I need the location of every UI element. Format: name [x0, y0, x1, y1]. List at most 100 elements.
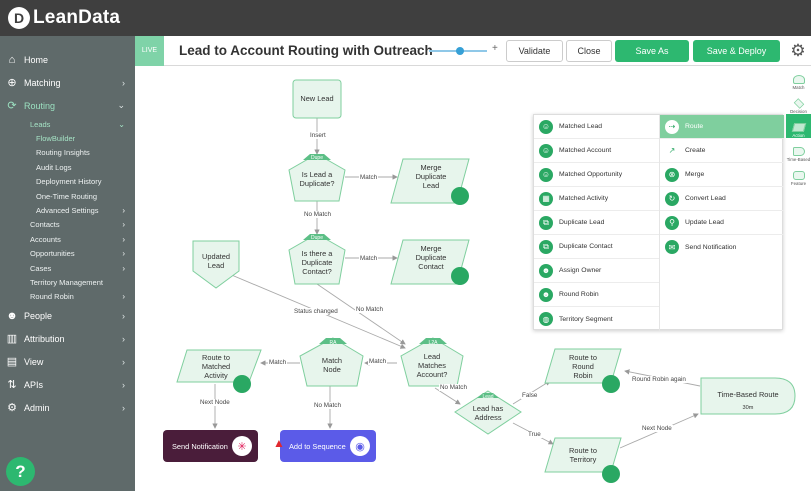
- zoom-slider[interactable]: – +: [417, 43, 498, 57]
- sidebar-item-admin[interactable]: ⚙ Admin ›: [0, 396, 135, 419]
- outreach-icon: ◉: [350, 436, 370, 456]
- node-merge-lead[interactable]: Merge Duplicate Lead: [399, 163, 463, 190]
- edge-label-false: False: [521, 392, 539, 399]
- sidebar-sub-round-robin[interactable]: Round Robin ›: [0, 290, 135, 304]
- sidebar-sub-one-time-routing[interactable]: One-Time Routing: [0, 189, 135, 203]
- chevron-right-icon: ›: [122, 310, 125, 321]
- sidebar-sub-contacts[interactable]: Contacts ›: [0, 218, 135, 232]
- chevron-right-icon: ›: [122, 379, 125, 390]
- palette-item-territory-segment[interactable]: ◍ Territory Segment: [534, 307, 659, 331]
- node-type-time-based[interactable]: Time-Based: [786, 138, 811, 162]
- node-dupe1[interactable]: Is Lead a Duplicate?: [291, 170, 343, 188]
- sidebar-sub-opportunities[interactable]: Opportunities ›: [0, 247, 135, 261]
- add-to-sequence-node[interactable]: Add to Sequence ◉: [280, 430, 376, 462]
- matched-account-icon: ☺: [539, 143, 553, 158]
- node-dupe2[interactable]: Is there a Duplicate Contact?: [291, 249, 343, 276]
- page-title: Lead to Account Routing with Outreach: [179, 43, 433, 58]
- node-new-lead[interactable]: New Lead: [293, 94, 341, 103]
- edge-label-match-3: Match: [368, 358, 388, 365]
- sidebar-item-attribution[interactable]: ▥ Attribution ›: [0, 327, 135, 350]
- palette-item-update-lead[interactable]: ⚲ Update Lead: [660, 211, 784, 235]
- close-button[interactable]: Close: [566, 40, 612, 62]
- node-type-decision[interactable]: Decision: [786, 90, 811, 114]
- chevron-down-icon: ⌄: [117, 100, 125, 110]
- node-type-match[interactable]: Match: [786, 66, 811, 90]
- crosshair-icon: ⊕: [7, 77, 17, 89]
- palette-item-create[interactable]: ↗ Create: [660, 139, 784, 163]
- validate-button[interactable]: Validate: [506, 40, 563, 62]
- create-icon: ↗: [665, 143, 679, 158]
- palette-item-convert-lead[interactable]: ↻ Convert Lead: [660, 187, 784, 211]
- palette-item-duplicate-contact[interactable]: ⧉ Duplicate Contact: [534, 235, 659, 259]
- palette-item-round-robin[interactable]: ☻ Round Robin: [534, 283, 659, 307]
- leandata-logo-text: LeanData: [33, 7, 121, 28]
- palette-item-route[interactable]: ⇢ Route: [660, 115, 784, 139]
- sidebar-sub-advanced-settings[interactable]: Advanced Settings ›: [0, 203, 135, 217]
- sidebar-sub-accounts[interactable]: Accounts ›: [0, 232, 135, 246]
- sidebar-item-home[interactable]: ⌂ Home: [0, 48, 135, 71]
- chevron-right-icon: ›: [122, 249, 125, 259]
- palette-item-duplicate-lead[interactable]: ⧉ Duplicate Lead: [534, 211, 659, 235]
- sidebar-sub-deployment-history[interactable]: Deployment History: [0, 175, 135, 189]
- palette-item-matched-opportunity[interactable]: ☺ Matched Opportunity: [534, 163, 659, 187]
- node-type-feature[interactable]: Feature: [786, 162, 811, 186]
- sidebar-item-matching[interactable]: ⊕ Matching ›: [0, 71, 135, 94]
- sidebar-sub-audit-logs[interactable]: Audit Logs: [0, 160, 135, 174]
- action-palette: ☺ Matched Lead ☺ Matched Account ☺ Matched …: [533, 114, 784, 331]
- palette-item-matched-lead[interactable]: ☺ Matched Lead: [534, 115, 659, 139]
- node-rr[interactable]: Route to Round Robin: [549, 353, 617, 380]
- chevron-right-icon: ›: [122, 263, 125, 273]
- leandata-logo-icon: D: [8, 7, 30, 29]
- palette-item-send-notification[interactable]: ✉ Send Notification: [660, 235, 784, 259]
- edge-label-match-1: Match: [359, 174, 379, 181]
- edge-label-no-match-2: No Match: [355, 306, 384, 313]
- sidebar-sub-leads[interactable]: Leads ⌄: [0, 117, 135, 131]
- toolbar: LIVE Lead to Account Routing with Outrea…: [135, 35, 811, 66]
- node-updated-lead[interactable]: Updated Lead: [193, 252, 239, 270]
- send-notification-node[interactable]: Send Notification ✳: [163, 430, 258, 462]
- update-lead-icon: ⚲: [665, 215, 679, 230]
- palette-item-merge[interactable]: ⊗ Merge: [660, 163, 784, 187]
- node-lead-address[interactable]: Lead has Address: [461, 404, 515, 422]
- sidebar-sub-territory-management[interactable]: Territory Management: [0, 275, 135, 289]
- duplicate-lead-icon: ⧉: [539, 215, 553, 230]
- node-match-node[interactable]: Match Node: [303, 356, 361, 374]
- palette-item-assign-owner[interactable]: ☻ Assign Owner: [534, 259, 659, 283]
- duplicate-contact-icon: ⧉: [539, 239, 553, 254]
- zoom-in-button[interactable]: +: [492, 43, 498, 54]
- route-icon: ⇢: [665, 119, 679, 134]
- help-button[interactable]: ?: [6, 457, 35, 486]
- edge-label-true: True: [527, 431, 542, 438]
- sidebar-sub-flowbuilder[interactable]: FlowBuilder: [0, 131, 135, 145]
- palette-item-matched-activity[interactable]: ▦ Matched Activity: [534, 187, 659, 211]
- lead-badge: Lead: [482, 394, 494, 400]
- sidebar-sub-cases[interactable]: Cases ›: [0, 261, 135, 275]
- node-territory[interactable]: Route to Territory: [549, 446, 617, 464]
- chevron-right-icon: ›: [122, 402, 125, 413]
- save-as-button[interactable]: Save As: [615, 40, 689, 62]
- sidebar-sub-routing-insights[interactable]: Routing Insights: [0, 146, 135, 160]
- live-badge: LIVE: [135, 35, 164, 66]
- settings-gear-icon[interactable]: ⚙: [788, 41, 808, 61]
- node-merge-contact[interactable]: Merge Duplicate Contact: [399, 244, 463, 271]
- sidebar-item-people[interactable]: ☻ People ›: [0, 304, 135, 327]
- node-l2a[interactable]: Lead Matches Account?: [403, 352, 461, 379]
- edge-label-next-node-1: Next Node: [199, 399, 231, 406]
- save-deploy-button[interactable]: Save & Deploy: [693, 40, 780, 62]
- zoom-handle[interactable]: [456, 47, 464, 55]
- node-route-activity[interactable]: Route to Matched Activity: [181, 353, 251, 380]
- zoom-out-button[interactable]: –: [417, 43, 423, 54]
- chevron-right-icon: ›: [122, 356, 125, 367]
- territory-segment-icon: ◍: [539, 312, 553, 326]
- people-icon: ☻: [6, 309, 18, 322]
- chevron-right-icon: ›: [122, 206, 125, 216]
- sidebar-item-view[interactable]: ▤ View ›: [0, 350, 135, 373]
- sidebar-item-apis[interactable]: ⇅ APIs ›: [0, 373, 135, 396]
- node-time-based[interactable]: Time-Based Route: [701, 390, 795, 399]
- node-type-action[interactable]: Action: [786, 114, 811, 138]
- flow-canvas[interactable]: New Lead Insert Dupe Is Lead a Duplicate…: [135, 66, 811, 491]
- edge-label-round-robin-again: Round Robin again: [631, 376, 687, 383]
- chevron-right-icon: ›: [122, 234, 125, 244]
- sidebar-item-routing[interactable]: ⟳ Routing ⌄: [0, 94, 135, 117]
- palette-item-matched-account[interactable]: ☺ Matched Account: [534, 139, 659, 163]
